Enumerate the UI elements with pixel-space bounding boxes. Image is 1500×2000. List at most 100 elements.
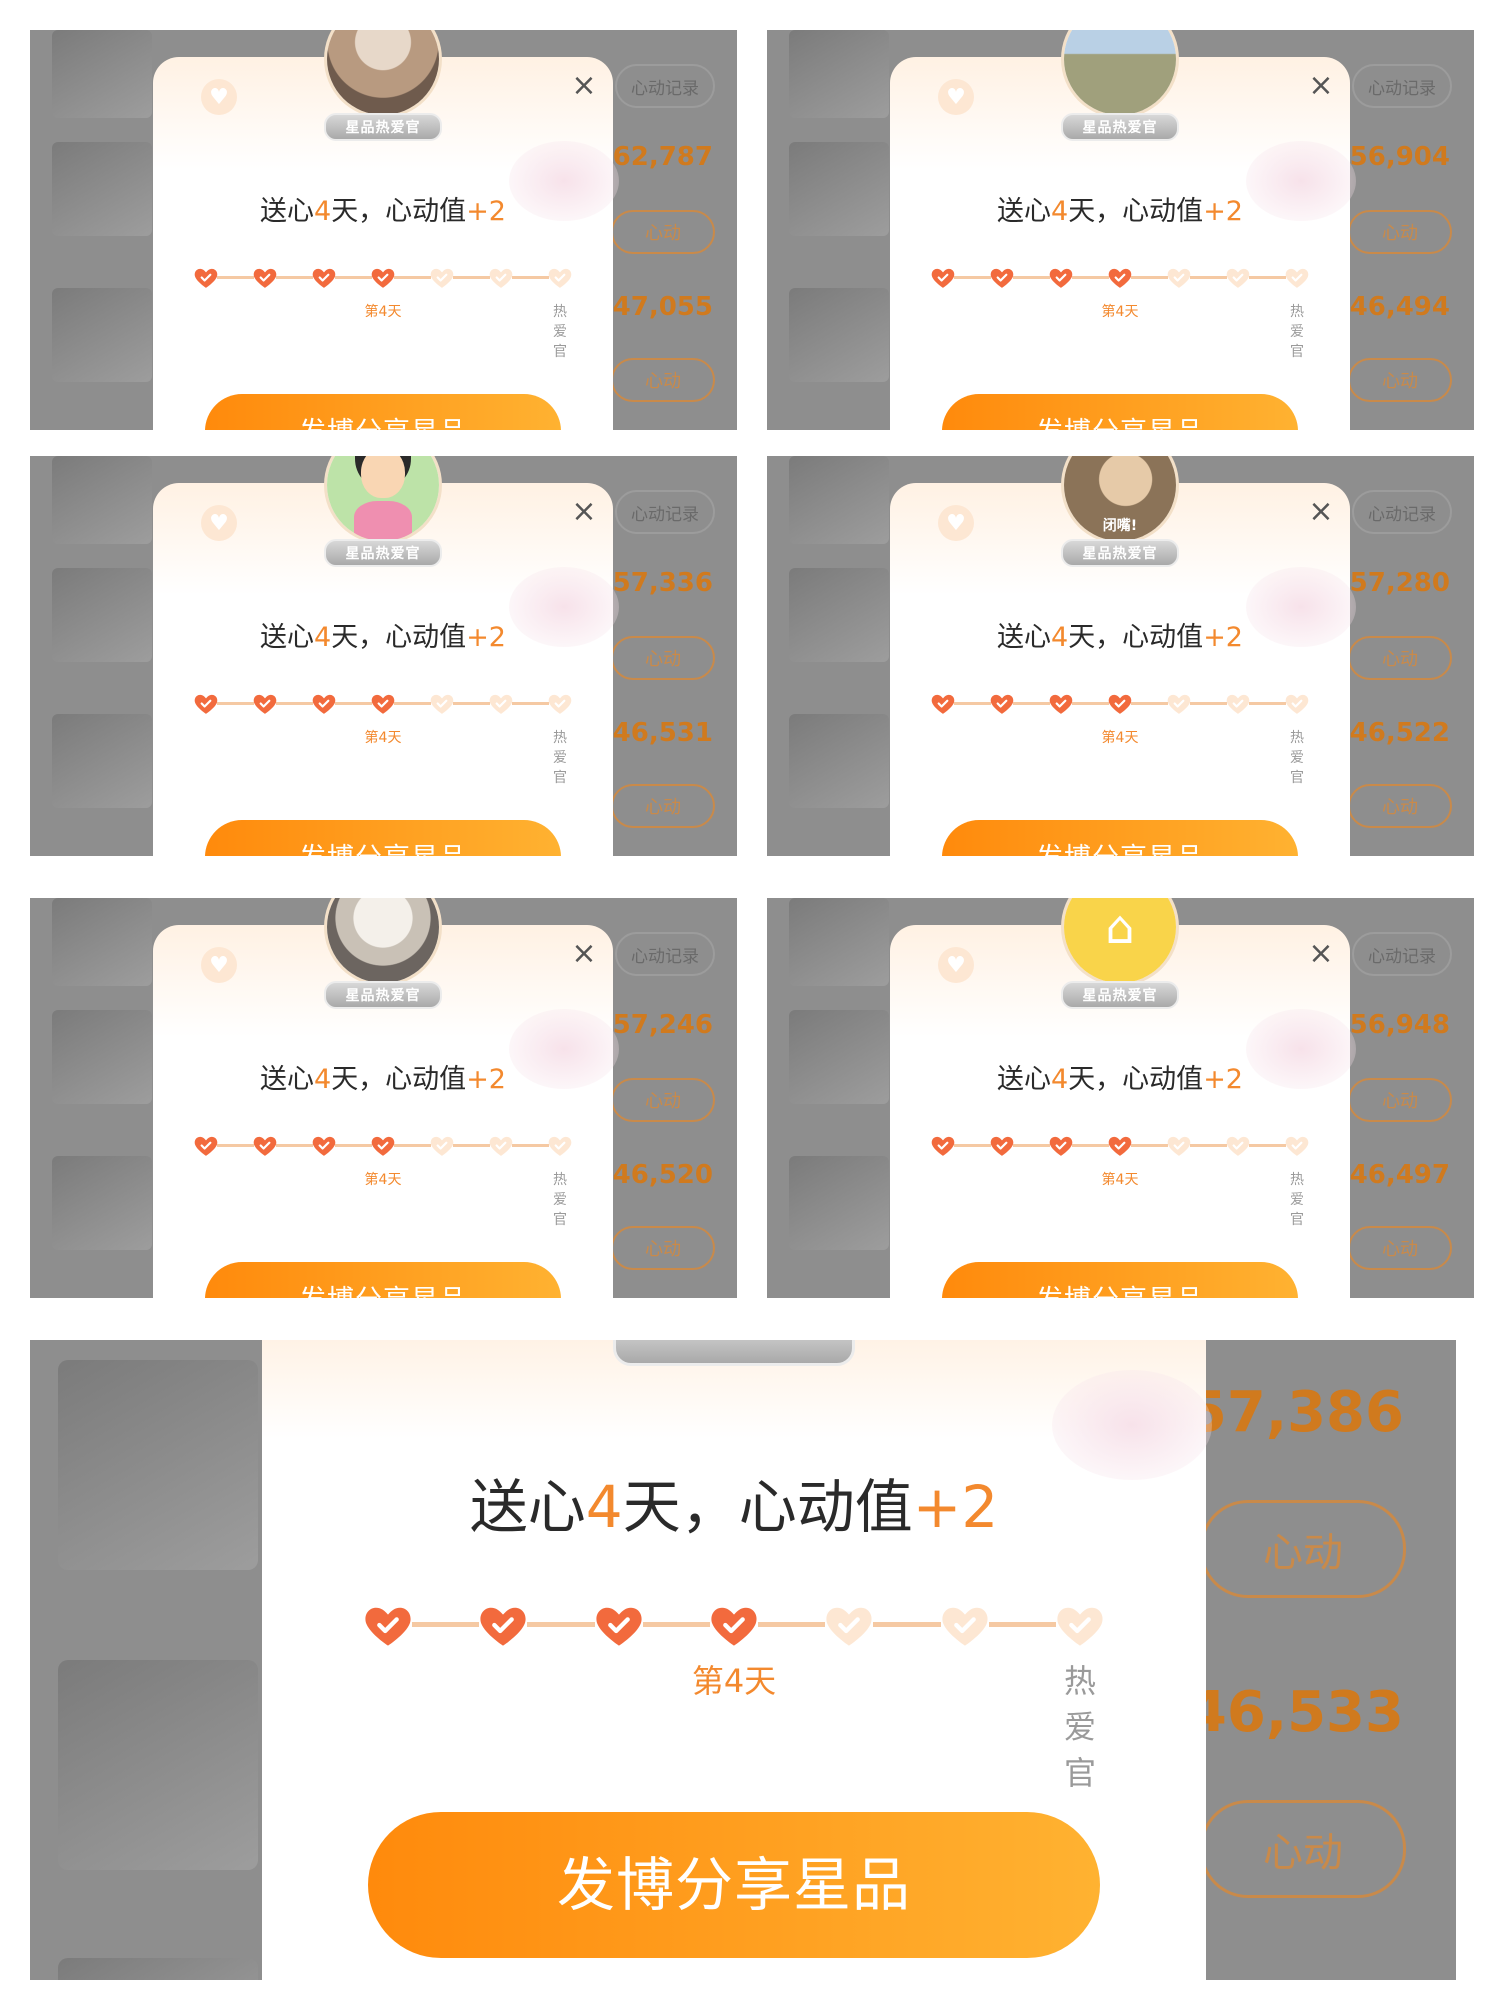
heart-record-button[interactable]: 心动记录: [615, 932, 715, 976]
heart-record-button[interactable]: 心动记录: [615, 64, 715, 108]
heart-action-button[interactable]: 心动: [1348, 210, 1452, 254]
close-icon[interactable]: ×: [569, 497, 599, 527]
list-thumbnail[interactable]: [789, 456, 889, 544]
close-icon[interactable]: ×: [569, 71, 599, 101]
final-step-label: 热爱官: [1290, 730, 1304, 786]
close-icon[interactable]: ×: [1306, 497, 1336, 527]
final-step-label: 热爱官: [553, 1172, 567, 1228]
share-weibo-button[interactable]: 发博分享星品: [368, 1812, 1100, 1958]
list-thumbnail[interactable]: [52, 288, 152, 382]
heart-action-button[interactable]: 心动: [1348, 784, 1452, 828]
faded-heart-icon: ♥: [938, 505, 974, 541]
progress-connector: [1190, 1144, 1227, 1147]
progress-connector: [1013, 702, 1050, 705]
share-weibo-button[interactable]: 发博分享星品: [205, 1262, 561, 1298]
progress-connector: [1072, 1144, 1109, 1147]
list-thumbnail[interactable]: [52, 142, 152, 236]
heart-action-button[interactable]: 心动: [1348, 358, 1452, 402]
progress-connector: [276, 276, 313, 279]
list-thumbnail[interactable]: [52, 1010, 152, 1104]
user-avatar: [327, 456, 439, 541]
progress-connector: [394, 1144, 431, 1147]
progress-connector: [1072, 276, 1109, 279]
share-weibo-button[interactable]: 发博分享星品: [205, 394, 561, 430]
list-thumbnail[interactable]: [789, 714, 889, 808]
close-icon[interactable]: ×: [1306, 939, 1336, 969]
heart-action-button[interactable]: 心动: [611, 210, 715, 254]
heart-record-button[interactable]: 心动记录: [1352, 490, 1452, 534]
heart-count-value: 56,904: [1349, 142, 1450, 172]
heart-streak-popup: ♥ × 星品热爱官 送心4天，心动值+2 第4天 热爱官 发博分享星品: [890, 30, 1356, 430]
heart-action-button[interactable]: 心动: [1348, 636, 1452, 680]
streak-progress: [930, 1133, 1310, 1157]
heart-streak-popup: 送心4天，心动值+2 第4天 热爱官 发博分享星品: [262, 1340, 1212, 1980]
completed-heart-icon: [311, 691, 337, 715]
list-thumbnail[interactable]: [789, 142, 889, 236]
progress-connector: [1131, 702, 1168, 705]
list-thumbnail[interactable]: [52, 714, 152, 808]
heart-action-button[interactable]: 心动: [1348, 1078, 1452, 1122]
list-thumbnail[interactable]: [789, 568, 889, 662]
list-thumbnail[interactable]: [52, 898, 152, 986]
lover-badge: [613, 1340, 855, 1366]
current-day-label: 第4天: [364, 730, 402, 746]
progress-connector: [217, 702, 254, 705]
list-thumbnail[interactable]: [789, 1010, 889, 1104]
list-thumbnail[interactable]: [58, 1660, 258, 1870]
completed-heart-icon: [1048, 265, 1074, 289]
popup-title: 送心4天，心动值+2: [260, 1064, 506, 1095]
progress-connector: [394, 702, 431, 705]
screenshot-panel-3: 心动记录 ♡57,336 心动 ♡46,531 心动 ♥ × 星品热爱官 送心4…: [30, 456, 737, 856]
list-thumbnail[interactable]: [789, 288, 889, 382]
progress-connector: [1131, 1144, 1168, 1147]
heart-action-button[interactable]: 心动: [1200, 1800, 1406, 1898]
heart-action-button[interactable]: 心动: [611, 1078, 715, 1122]
screenshot-panel-6: 心动记录 ♡56,948 心动 ♡46,497 心动 ♥ × ⌂ 星品热爱官 送…: [767, 898, 1474, 1298]
heart-action-button[interactable]: 心动: [611, 784, 715, 828]
list-thumbnail[interactable]: [789, 30, 889, 118]
list-thumbnail[interactable]: [52, 30, 152, 118]
faded-heart-icon: ♥: [938, 79, 974, 115]
streak-progress: [930, 265, 1310, 289]
heart-action-button[interactable]: 心动: [611, 1226, 715, 1270]
heart-action-button[interactable]: 心动: [1200, 1500, 1406, 1598]
pending-heart-icon: [1054, 1600, 1106, 1648]
heart-action-button[interactable]: 心动: [611, 636, 715, 680]
share-weibo-button[interactable]: 发博分享星品: [942, 820, 1298, 856]
list-thumbnail[interactable]: [58, 1360, 258, 1570]
progress-connector: [512, 702, 549, 705]
list-thumbnail[interactable]: [789, 898, 889, 986]
lover-badge: 星品热爱官: [324, 113, 442, 141]
progress-connector: [335, 1144, 372, 1147]
user-avatar: [327, 898, 439, 983]
pending-heart-icon: [1225, 691, 1251, 715]
close-icon[interactable]: ×: [1306, 71, 1336, 101]
progress-connector: [276, 1144, 313, 1147]
list-thumbnail[interactable]: [52, 1156, 152, 1250]
screenshot-panel-5: 心动记录 ♡57,246 心动 ♡46,520 心动 ♥ × 星品热爱官 送心4…: [30, 898, 737, 1298]
share-weibo-button[interactable]: 发博分享星品: [205, 820, 561, 856]
screenshot-panel-2: 心动记录 ♡56,904 心动 ♡46,494 心动 ♥ × 星品热爱官 送心4…: [767, 30, 1474, 430]
share-weibo-button[interactable]: 发博分享星品: [942, 1262, 1298, 1298]
progress-connector: [453, 702, 490, 705]
list-thumbnail[interactable]: [52, 568, 152, 662]
heart-action-button[interactable]: 心动: [1348, 1226, 1452, 1270]
heart-record-button[interactable]: 心动记录: [1352, 932, 1452, 976]
progress-connector: [1249, 1144, 1286, 1147]
share-weibo-button[interactable]: 发博分享星品: [942, 394, 1298, 430]
screenshot-panel-1: 心动记录 ♡62,787 心动 ♡47,055 心动 ♥ × 星品热爱官 送心4…: [30, 30, 737, 430]
completed-heart-icon: [477, 1600, 529, 1648]
streak-progress: [362, 1600, 1106, 1648]
list-thumbnail[interactable]: [789, 1156, 889, 1250]
heart-action-button[interactable]: 心动: [611, 358, 715, 402]
heart-record-button[interactable]: 心动记录: [1352, 64, 1452, 108]
current-day-label: 第4天: [1101, 304, 1139, 320]
faded-heart-icon: ♥: [201, 947, 237, 983]
list-thumbnail[interactable]: [58, 1958, 258, 1980]
pending-heart-icon: [1225, 1133, 1251, 1157]
road-avatar: [1064, 30, 1176, 115]
heart-record-button[interactable]: 心动记录: [615, 490, 715, 534]
close-icon[interactable]: ×: [569, 939, 599, 969]
list-thumbnail[interactable]: [52, 456, 152, 544]
hand-avatar: 闭嘴!: [1064, 456, 1176, 541]
